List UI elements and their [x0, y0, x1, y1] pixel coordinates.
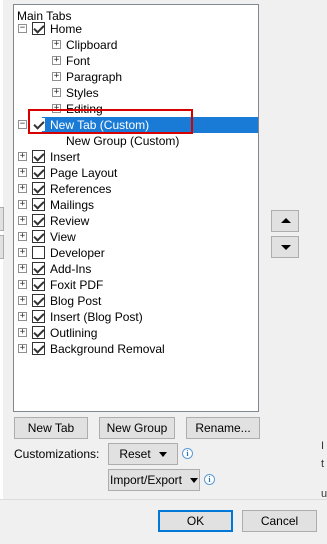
- tree-item-label: Foxit PDF: [50, 278, 104, 292]
- tab-checkbox[interactable]: [32, 150, 45, 163]
- move-down-button[interactable]: [271, 236, 299, 258]
- move-up-button[interactable]: [271, 210, 299, 232]
- import-export-dropdown[interactable]: Import/Export: [108, 469, 200, 491]
- tab-checkbox[interactable]: [32, 262, 45, 275]
- cancel-button[interactable]: Cancel: [242, 510, 317, 532]
- tree-item[interactable]: New Group (Custom): [14, 133, 258, 149]
- tab-checkbox[interactable]: [32, 310, 45, 323]
- tree-item[interactable]: − Home: [14, 21, 258, 37]
- tab-checkbox[interactable]: [32, 166, 45, 179]
- tree-item[interactable]: + Styles: [14, 85, 258, 101]
- expand-icon[interactable]: +: [18, 264, 27, 273]
- down-arrow-icon: [281, 245, 291, 250]
- main-tabs-tree[interactable]: Main Tabs − Home + Clipboard + Font + Paragraph…: [13, 4, 259, 412]
- tree-item-label: Insert (Blog Post): [50, 310, 143, 324]
- tree-item[interactable]: + Background Removal: [14, 341, 258, 357]
- tree-item[interactable]: + Developer: [14, 245, 258, 261]
- tree-item-label: New Group (Custom): [66, 134, 180, 148]
- tree-item[interactable]: + Paragraph: [14, 69, 258, 85]
- chevron-down-icon: [190, 478, 199, 484]
- info-icon[interactable]: i: [182, 448, 193, 459]
- tree-item[interactable]: + Foxit PDF: [14, 277, 258, 293]
- highlight-box: [28, 109, 193, 134]
- expand-icon[interactable]: +: [52, 88, 61, 97]
- tree-item-label: Review: [50, 214, 90, 228]
- expand-icon[interactable]: +: [18, 328, 27, 337]
- ok-button[interactable]: OK: [158, 510, 233, 532]
- tree-item[interactable]: + Insert: [14, 149, 258, 165]
- tree-item[interactable]: + References: [14, 181, 258, 197]
- tab-checkbox[interactable]: [32, 214, 45, 227]
- expand-icon[interactable]: +: [18, 152, 27, 161]
- left-remove-button-stub[interactable]: [0, 235, 4, 259]
- tree-item-label: Page Layout: [50, 166, 118, 180]
- expand-icon[interactable]: +: [18, 216, 27, 225]
- tree-item-label: Clipboard: [66, 38, 118, 52]
- rename-button[interactable]: Rename...: [186, 417, 260, 439]
- up-arrow-icon: [281, 218, 291, 223]
- tree-item[interactable]: + Review: [14, 213, 258, 229]
- tree-item-label: Background Removal: [50, 342, 165, 356]
- tree-item-label: Home: [50, 22, 83, 36]
- tab-checkbox[interactable]: [32, 326, 45, 339]
- expand-icon[interactable]: +: [52, 56, 61, 65]
- right-edge-text: t: [321, 458, 325, 470]
- expand-icon[interactable]: +: [18, 200, 27, 209]
- tree-item-label: References: [50, 182, 112, 196]
- tab-checkbox[interactable]: [32, 198, 45, 211]
- tab-checkbox[interactable]: [32, 278, 45, 291]
- tree-item-label: Add-Ins: [50, 262, 92, 276]
- reset-dropdown[interactable]: Reset: [108, 443, 178, 465]
- expand-icon[interactable]: +: [18, 280, 27, 289]
- tree-item[interactable]: + Add-Ins: [14, 261, 258, 277]
- tab-checkbox[interactable]: [32, 342, 45, 355]
- tree-item-label: Insert: [50, 150, 81, 164]
- tree-item-label: Blog Post: [50, 294, 102, 308]
- customizations-label: Customizations:: [14, 447, 100, 461]
- tab-checkbox[interactable]: [32, 294, 45, 307]
- new-tab-button[interactable]: New Tab: [14, 417, 88, 439]
- tree-item-label: Developer: [50, 246, 105, 260]
- tree-item-label: Paragraph: [66, 70, 123, 84]
- tree-item[interactable]: + Mailings: [14, 197, 258, 213]
- tree-item-label: Outlining: [50, 326, 98, 340]
- tree-item[interactable]: + Font: [14, 53, 258, 69]
- collapse-icon[interactable]: −: [18, 120, 27, 129]
- new-group-button[interactable]: New Group: [99, 417, 175, 439]
- tree-item[interactable]: + Page Layout: [14, 165, 258, 181]
- expand-icon[interactable]: +: [18, 248, 27, 257]
- expand-icon[interactable]: +: [18, 312, 27, 321]
- tab-checkbox[interactable]: [32, 246, 45, 259]
- collapse-icon[interactable]: −: [18, 24, 27, 33]
- import-export-label: Import/Export: [109, 473, 183, 487]
- expand-icon[interactable]: +: [18, 184, 27, 193]
- expand-icon[interactable]: +: [18, 168, 27, 177]
- right-edge-text: I: [321, 440, 325, 452]
- expand-icon[interactable]: +: [18, 296, 27, 305]
- tab-checkbox[interactable]: [32, 230, 45, 243]
- left-add-button-stub[interactable]: [0, 207, 4, 231]
- tree-item[interactable]: + Outlining: [14, 325, 258, 341]
- tree-item[interactable]: + Blog Post: [14, 293, 258, 309]
- tree-item-label: Mailings: [50, 198, 95, 212]
- expand-icon[interactable]: +: [18, 232, 27, 241]
- expand-icon[interactable]: +: [18, 344, 27, 353]
- tree-item[interactable]: + Insert (Blog Post): [14, 309, 258, 325]
- expand-icon[interactable]: +: [52, 72, 61, 81]
- chevron-down-icon: [158, 452, 167, 458]
- tree-item-label: View: [50, 230, 76, 244]
- left-edge: [0, 0, 3, 544]
- tree-item[interactable]: + View: [14, 229, 258, 245]
- tab-checkbox[interactable]: [32, 182, 45, 195]
- reset-label: Reset: [119, 447, 151, 461]
- tree-item-label: Font: [66, 54, 91, 68]
- tree-item-label: Styles: [66, 86, 99, 100]
- right-edge-text: u: [321, 488, 327, 500]
- tree-item[interactable]: + Clipboard: [14, 37, 258, 53]
- expand-icon[interactable]: +: [52, 40, 61, 49]
- tab-checkbox[interactable]: [32, 22, 45, 35]
- info-icon[interactable]: i: [204, 474, 215, 485]
